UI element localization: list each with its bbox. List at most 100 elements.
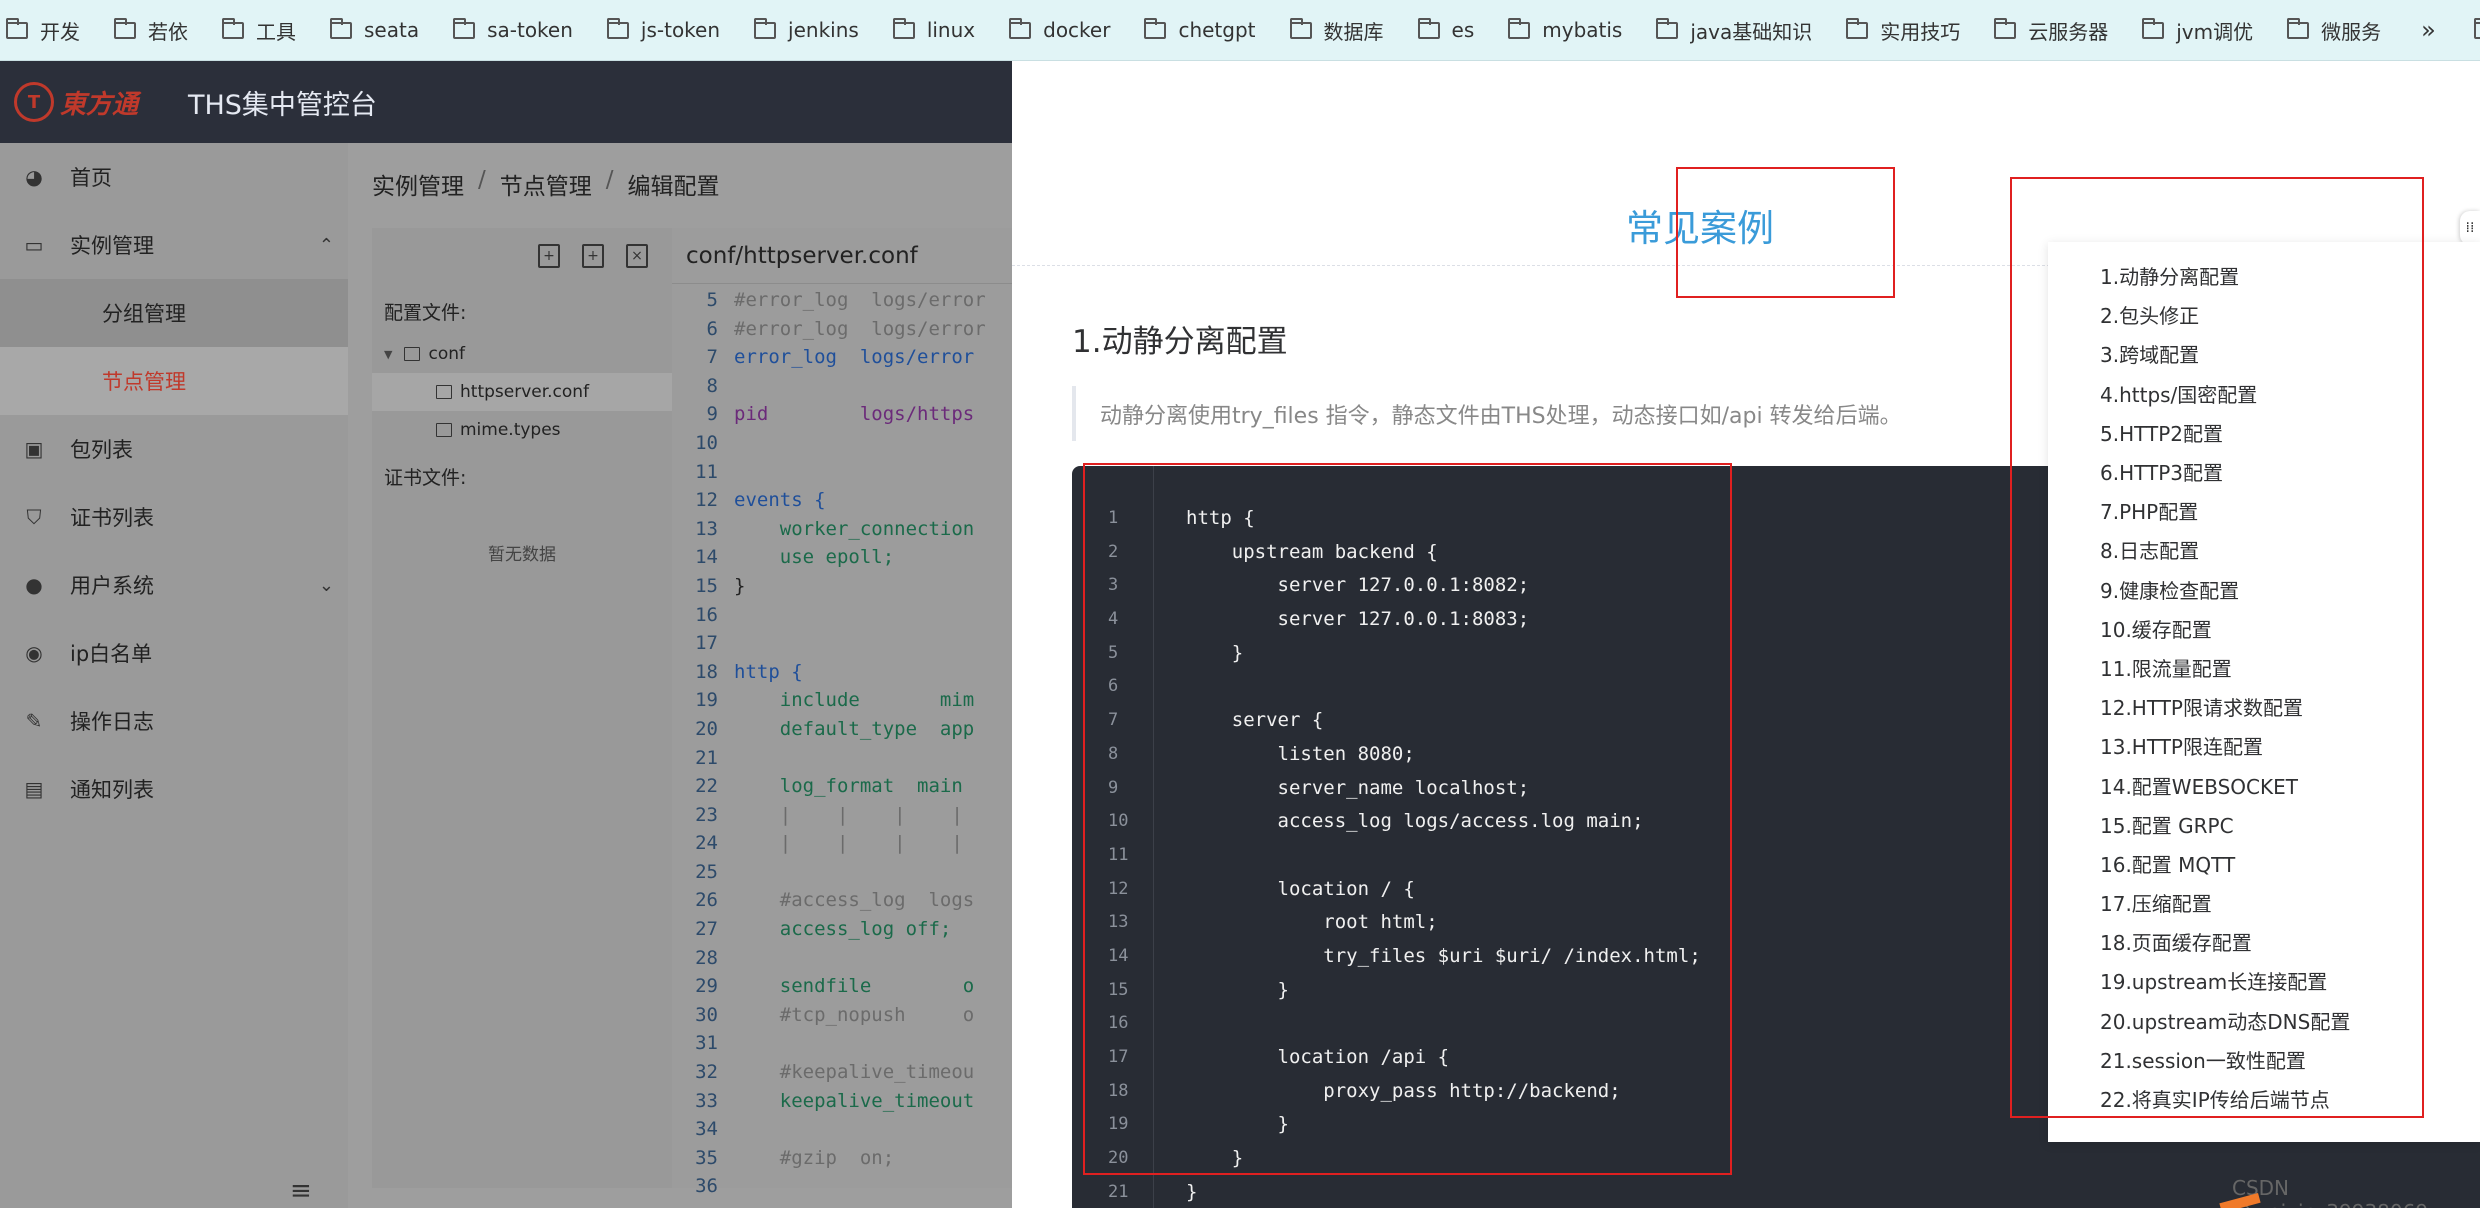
bookmark-9[interactable]: chetgpt bbox=[1144, 17, 1256, 42]
bookmark-11[interactable]: es bbox=[1417, 17, 1474, 42]
toc-item-10[interactable]: 10.缓存配置 bbox=[2048, 609, 2480, 648]
line-number: 19 bbox=[695, 689, 718, 712]
breadcrumb-item-0[interactable]: 实例管理 bbox=[372, 167, 464, 201]
bookmark-8[interactable]: docker bbox=[1009, 17, 1110, 42]
sidebar-item-0[interactable]: ◕ 首页 bbox=[0, 143, 348, 211]
toc-item-4[interactable]: 4.https/国密配置 bbox=[2048, 374, 2480, 413]
editor-lines[interactable]: 5 #error_log logs/error 6 #error_log logs/e… bbox=[672, 284, 1012, 1201]
bookmark-all[interactable]: 所有 bbox=[2473, 16, 2480, 45]
new-file-icon[interactable]: + bbox=[538, 244, 560, 268]
sidebar-item-4[interactable]: ● 用户系统 ⌄ bbox=[0, 551, 348, 619]
toc-item-19[interactable]: 19.upstream长连接配置 bbox=[2048, 961, 2480, 1000]
bookmark-3[interactable]: seata bbox=[330, 17, 419, 42]
line-code: #tcp_nopush o bbox=[734, 1003, 975, 1026]
toc-item-13[interactable]: 13.HTTP限连配置 bbox=[2048, 726, 2480, 765]
sidebar-subitem-0[interactable]: 分组管理 bbox=[0, 279, 348, 347]
bookmarks-more-icon[interactable]: » bbox=[2421, 16, 2436, 44]
file-icon bbox=[436, 423, 452, 437]
code-line-number: 3 bbox=[1108, 575, 1119, 596]
toc-item-21[interactable]: 21.session一致性配置 bbox=[2048, 1040, 2480, 1079]
folder-icon bbox=[1417, 17, 1440, 39]
bookmark-13[interactable]: java基础知识 bbox=[1656, 16, 1812, 45]
line-code: default_type app bbox=[734, 717, 975, 740]
bookmark-7[interactable]: linux bbox=[892, 17, 975, 42]
sidebar-item-3[interactable]: ⛉ 证书列表 bbox=[0, 483, 348, 551]
code-line: 10 access_log logs/access.log main; bbox=[1072, 805, 1701, 839]
editor-line: 31 bbox=[672, 1029, 1012, 1058]
bookmark-14[interactable]: 实用技巧 bbox=[1846, 16, 1960, 45]
sidebar-item-label: 证书列表 bbox=[70, 506, 154, 530]
tree-folder-conf[interactable]: ▼ conf bbox=[372, 335, 672, 373]
toc-toggle-icon[interactable]: ⁞⁞ bbox=[2460, 211, 2480, 245]
toc-item-2[interactable]: 2.包头修正 bbox=[2048, 295, 2480, 334]
toc-item-20[interactable]: 20.upstream动态DNS配置 bbox=[2048, 1001, 2480, 1040]
sidebar-item-5[interactable]: ◉ ip白名单 bbox=[0, 619, 348, 687]
line-code: #error_log logs/error bbox=[734, 317, 986, 340]
bookmark-5[interactable]: js-token bbox=[606, 17, 720, 42]
toc-item-18[interactable]: 18.页面缓存配置 bbox=[2048, 922, 2480, 961]
bookmark-12[interactable]: mybatis bbox=[1508, 17, 1622, 42]
bookmark-label: sa-token bbox=[487, 18, 573, 42]
edit-log-icon: ✎ bbox=[25, 709, 43, 733]
bookmark-2[interactable]: 工具 bbox=[222, 16, 296, 45]
toc-item-14[interactable]: 14.配置WEBSOCKET bbox=[2048, 765, 2480, 804]
code-line-number: 19 bbox=[1108, 1114, 1129, 1135]
broadcast-icon: ◉ bbox=[25, 641, 43, 665]
sidebar-item-1[interactable]: ▭ 实例管理 ⌃ bbox=[0, 211, 348, 279]
bookmark-0[interactable]: 开发 bbox=[6, 16, 80, 45]
toc-item-6[interactable]: 6.HTTP3配置 bbox=[2048, 452, 2480, 491]
file-toolbar: + + × bbox=[372, 228, 672, 284]
toc-item-12[interactable]: 12.HTTP限请求数配置 bbox=[2048, 687, 2480, 726]
app-logo[interactable]: T 東方通 bbox=[14, 72, 174, 132]
toc-item-11[interactable]: 11.限流量配置 bbox=[2048, 648, 2480, 687]
line-code: error_log logs/error bbox=[734, 346, 975, 369]
toc-item-5[interactable]: 5.HTTP2配置 bbox=[2048, 413, 2480, 452]
bookmark-16[interactable]: jvm调优 bbox=[2142, 16, 2253, 45]
folder-icon bbox=[892, 17, 915, 39]
editor-line: 22 log_format main bbox=[672, 772, 1012, 801]
code-line-number: 13 bbox=[1108, 912, 1129, 933]
shield-icon: ⛉ bbox=[26, 505, 42, 529]
toc-item-3[interactable]: 3.跨域配置 bbox=[2048, 334, 2480, 373]
tree-file-mime[interactable]: mime.types bbox=[372, 411, 672, 449]
line-number: 7 bbox=[706, 346, 718, 369]
toc-item-8[interactable]: 8.日志配置 bbox=[2048, 530, 2480, 569]
toc-item-22[interactable]: 22.将真实IP传给后端节点 bbox=[2048, 1079, 2480, 1118]
line-code: #keepalive_timeou bbox=[734, 1061, 975, 1084]
bookmark-17[interactable]: 微服务 bbox=[2287, 16, 2381, 45]
bookmark-label: 数据库 bbox=[1323, 19, 1384, 44]
sidebar-subitem-1[interactable]: 节点管理 bbox=[0, 347, 348, 415]
bookmark-10[interactable]: 数据库 bbox=[1289, 16, 1384, 45]
bookmark-4[interactable]: sa-token bbox=[453, 17, 573, 42]
delete-icon[interactable]: × bbox=[626, 244, 648, 268]
new-folder-icon[interactable]: + bbox=[582, 244, 604, 268]
bookmark-6[interactable]: jenkins bbox=[754, 17, 859, 42]
line-number: 9 bbox=[706, 403, 718, 426]
code-line-text: http { bbox=[1186, 507, 1255, 529]
sidebar-item-6[interactable]: ✎ 操作日志 bbox=[0, 687, 348, 755]
sidebar-item-7[interactable]: ▤ 通知列表 bbox=[0, 755, 348, 823]
toc-item-1[interactable]: 1.动静分离配置 bbox=[2048, 256, 2480, 295]
monitor-icon: ▭ bbox=[24, 233, 44, 257]
bookmark-1[interactable]: 若依 bbox=[114, 16, 188, 45]
toc-item-16[interactable]: 16.配置 MQTT bbox=[2048, 844, 2480, 883]
toc-item-7[interactable]: 7.PHP配置 bbox=[2048, 491, 2480, 530]
line-number: 11 bbox=[695, 460, 718, 483]
bookmark-15[interactable]: 云服务器 bbox=[1994, 16, 2108, 45]
tree-file-httpserver[interactable]: httpserver.conf bbox=[372, 373, 672, 411]
code-editor[interactable]: conf/httpserver.conf 5 #error_log logs/er… bbox=[672, 228, 1012, 1197]
sidebar-item-label: 包列表 bbox=[70, 438, 133, 462]
breadcrumb-item-1[interactable]: 节点管理 bbox=[500, 167, 592, 201]
bookmarks-bar: 开发 若依 工具 seata sa-token js-token jenkins linux d… bbox=[0, 0, 2480, 61]
sidebar-collapse-icon[interactable]: ≡ bbox=[290, 1176, 312, 1206]
editor-line: 33 keepalive_timeout bbox=[672, 1087, 1012, 1116]
line-code: pid logs/https bbox=[734, 403, 975, 426]
toc-item-9[interactable]: 9.健康检查配置 bbox=[2048, 570, 2480, 609]
toc-item-17[interactable]: 17.压缩配置 bbox=[2048, 883, 2480, 922]
toc-item-15[interactable]: 15.配置 GRPC bbox=[2048, 805, 2480, 844]
code-line: 5 } bbox=[1072, 637, 1701, 671]
sidebar-item-2[interactable]: ▣ 包列表 bbox=[0, 415, 348, 483]
line-number: 13 bbox=[695, 517, 718, 540]
code-line: 6 bbox=[1072, 670, 1701, 704]
